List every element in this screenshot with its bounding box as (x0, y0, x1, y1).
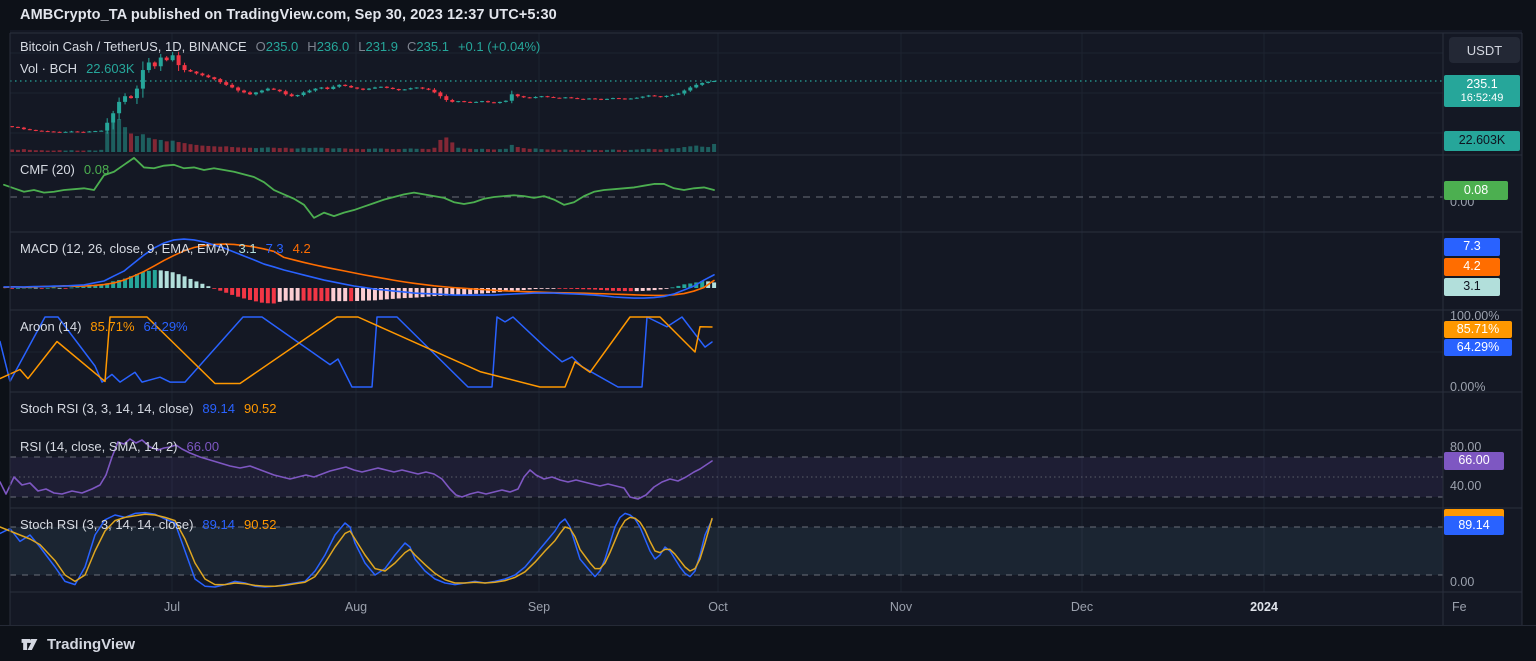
stoch-k-value: 89.14 (202, 517, 235, 532)
aroon-up-scale-label: 85.71% (1444, 321, 1512, 338)
ohlc-low: L231.9 (358, 39, 398, 54)
chart-canvas[interactable] (0, 0, 1536, 661)
macd-signal-scale-label: 4.2 (1444, 258, 1500, 276)
stoch-title: Stoch RSI (3, 3, 14, 14, close) (20, 517, 193, 532)
rsi-legend[interactable]: RSI (14, close, SMA, 14, 2) 66.00 (20, 439, 219, 454)
stoch-collapsed-k: 89.14 (202, 401, 235, 416)
ohlc-close: C235.1 (407, 39, 449, 54)
volume-value: 22.603K (86, 61, 134, 76)
volume-title: Vol · BCH (20, 61, 77, 76)
rsi-bottom-tick: 40.00 (1450, 479, 1481, 493)
bar-countdown: 16:52:49 (1461, 92, 1504, 104)
aroon-down-value: 64.29% (144, 319, 188, 334)
symbol-legend[interactable]: Bitcoin Cash / TetherUS, 1D, BINANCE O23… (20, 39, 540, 54)
macd-title: MACD (12, 26, close, 9, EMA, EMA) (20, 241, 230, 256)
rsi-title: RSI (14, close, SMA, 14, 2) (20, 439, 178, 454)
macd-line-value: 7.3 (266, 241, 284, 256)
axis-label-dec: Dec (1071, 600, 1093, 614)
stoch-d-value: 90.52 (244, 517, 277, 532)
macd-signal-value: 4.2 (293, 241, 311, 256)
aroon-title: Aroon (14) (20, 319, 81, 334)
aroon-bottom-tick: 0.00% (1450, 380, 1485, 394)
axis-label-sep: Sep (528, 600, 550, 614)
page-title: AMBCrypto_TA published on TradingView.co… (20, 7, 557, 23)
symbol-title: Bitcoin Cash / TetherUS, 1D, BINANCE (20, 39, 247, 54)
stoch-collapsed-title: Stoch RSI (3, 3, 14, 14, close) (20, 401, 193, 416)
axis-label-aug: Aug (345, 600, 367, 614)
last-price-label: 235.1 16:52:49 (1444, 75, 1520, 107)
stoch-k-scale-label: 89.14 (1444, 516, 1504, 535)
aroon-legend[interactable]: Aroon (14) 85.71% 64.29% (20, 319, 188, 334)
rsi-scale-label: 66.00 (1444, 452, 1504, 470)
tradingview-published-chart: AMBCrypto_TA published on TradingView.co… (0, 0, 1536, 661)
cmf-line (4, 158, 714, 218)
macd-legend[interactable]: MACD (12, 26, close, 9, EMA, EMA) 3.1 7.… (20, 241, 311, 256)
cmf-legend[interactable]: CMF (20) 0.08 (20, 162, 109, 177)
axis-label-oct: Oct (708, 600, 727, 614)
macd-hist-value: 3.1 (239, 241, 257, 256)
currency-toggle-button[interactable]: USDT (1449, 37, 1520, 63)
macd-hist-scale-label: 3.1 (1444, 278, 1500, 296)
macd-line-scale-label: 7.3 (1444, 238, 1500, 256)
cmf-scale-label: 0.08 (1444, 181, 1508, 200)
ohlc-change: +0.1 (+0.04%) (458, 39, 540, 54)
stoch-rsi-legend[interactable]: Stoch RSI (3, 3, 14, 14, close) 89.14 90… (20, 517, 277, 532)
aroon-up-value: 85.71% (90, 319, 134, 334)
rsi-value: 66.00 (187, 439, 220, 454)
axis-label-2024: 2024 (1250, 600, 1278, 614)
stoch-collapsed-d: 90.52 (244, 401, 277, 416)
last-price-value: 235.1 (1466, 78, 1497, 92)
volume-layer (10, 119, 716, 152)
stoch-bottom-tick: 0.00 (1450, 575, 1474, 589)
volume-scale-label: 22.603K (1444, 131, 1520, 151)
tradingview-logo-icon (20, 635, 39, 654)
cmf-title: CMF (20) (20, 162, 75, 177)
stoch-rsi-collapsed-legend[interactable]: Stoch RSI (3, 3, 14, 14, close) 89.14 90… (20, 401, 277, 416)
axis-label-jul: Jul (164, 600, 180, 614)
tradingview-logo-text: TradingView (47, 636, 135, 653)
tradingview-logo[interactable]: TradingView (20, 635, 135, 654)
footer-bar: TradingView (0, 625, 1536, 661)
aroon-down-scale-label: 64.29% (1444, 339, 1512, 356)
axis-label-feb: Fe (1452, 600, 1466, 614)
axis-label-nov: Nov (890, 600, 912, 614)
ohlc-high: H236.0 (307, 39, 349, 54)
ohlc-open: O235.0 (256, 39, 299, 54)
volume-legend[interactable]: Vol · BCH 22.603K (20, 61, 135, 76)
cmf-value: 0.08 (84, 162, 109, 177)
